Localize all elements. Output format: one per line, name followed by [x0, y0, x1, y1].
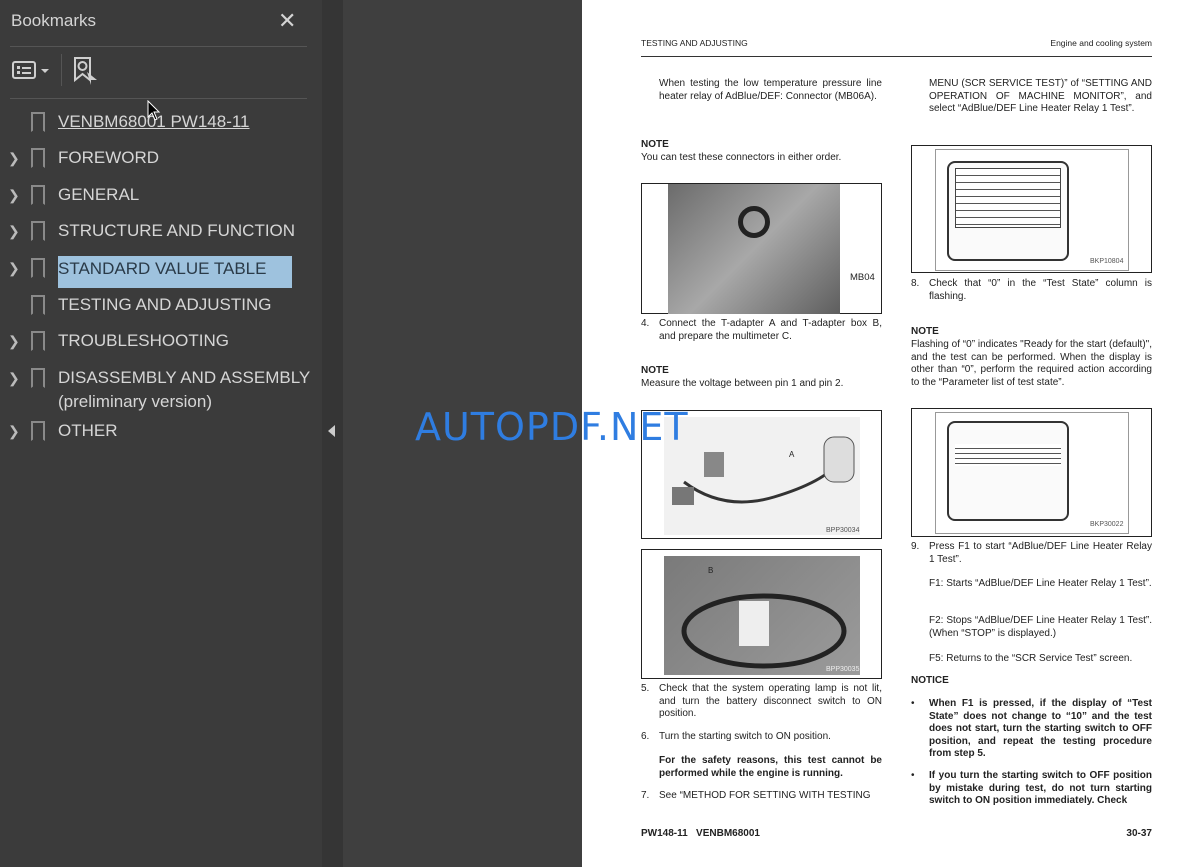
chevron-right-icon[interactable]: ❯ [8, 223, 20, 240]
figure-code: BKP10804 [1090, 258, 1124, 265]
warning-text: For the safety reasons, this test cannot… [659, 755, 882, 779]
figure-label: A [789, 450, 795, 459]
figure-scr-service-test-screen: BKP10804 [911, 145, 1152, 273]
figure-connector-mb04: MB04 [641, 183, 882, 314]
step-text: See “METHOD FOR SETTING WITH TESTING [659, 790, 871, 801]
function-key-text: F1: Starts “AdBlue/DEF Line Heater Relay… [929, 578, 1152, 589]
bookmark-icon [31, 112, 45, 132]
step-number: 7. [641, 790, 650, 801]
note-title: NOTE [641, 139, 669, 150]
step-number: 5. [641, 683, 650, 694]
step-number: 9. [911, 541, 920, 552]
bookmark-icon [31, 295, 45, 315]
paragraph: MENU (SCR SERVICE TEST)” of “SETTING AND… [929, 78, 1152, 115]
bookmark-icon [31, 331, 45, 351]
bookmark-document-icon [31, 368, 45, 388]
step-text: Check that “0” in the “Test State” colum… [929, 278, 1152, 302]
bookmark-other[interactable]: ❯ OTHER [0, 419, 322, 449]
bookmark-standard-value-table[interactable]: ❯ STANDARD VALUE TABLE [0, 256, 322, 288]
figure-label: MB04 [850, 272, 875, 283]
bookmark-foreword[interactable]: ❯ FOREWORD [0, 146, 322, 176]
bookmark-troubleshooting[interactable]: ❯ TROUBLESHOOTING [0, 329, 322, 359]
bookmark-venbm68001[interactable]: VENBM68001 PW148-11 [0, 110, 322, 140]
figure-label: B [708, 566, 714, 575]
close-icon[interactable]: ✕ [278, 8, 296, 34]
bookmark-disassembly-and-assembly[interactable]: ❯ DISASSEMBLY AND ASSEMBLY (preliminary ve… [0, 366, 322, 416]
note-text: You can test these connectors in either … [641, 152, 842, 163]
note-title: NOTE [911, 326, 939, 337]
step-number: 4. [641, 318, 650, 329]
figure-code: BPP30035 [826, 666, 860, 673]
chevron-right-icon[interactable]: ❯ [8, 370, 20, 387]
bookmark-testing-and-adjusting[interactable]: TESTING AND ADJUSTING [0, 293, 322, 323]
chevron-right-icon[interactable]: ❯ [8, 333, 20, 350]
step-text: Check that the system operating lamp is … [659, 683, 882, 720]
panel-title: Bookmarks [11, 11, 97, 30]
bookmark-icon [31, 258, 45, 278]
find-bookmark-icon[interactable] [73, 56, 99, 91]
notice-text: When F1 is pressed, if the display of “T… [929, 698, 1152, 760]
function-key-text: F2: Stops “AdBlue/DEF Line Heater Relay … [929, 615, 1152, 639]
notice-text: If you turn the starting switch to OFF p… [929, 770, 1152, 807]
figure-t-adapter-box: B BPP30035 [641, 549, 882, 679]
bookmark-icon [31, 148, 45, 168]
divider [61, 54, 62, 86]
page-header-right: Engine and cooling system [1050, 38, 1152, 48]
bullet: • [911, 770, 915, 781]
figure-heater-relay-test-screen: BKP30022 [911, 408, 1152, 537]
bookmark-icon [31, 421, 45, 441]
divider [10, 46, 307, 47]
step-text: Turn the starting switch to ON position. [659, 731, 831, 742]
page-header-left: TESTING AND ADJUSTING [641, 38, 748, 48]
figure-code: BPP30034 [826, 527, 860, 534]
chevron-right-icon[interactable]: ❯ [8, 187, 20, 204]
notice-title: NOTICE [911, 675, 949, 686]
function-key-text: F5: Returns to the “SCR Service Test” sc… [929, 653, 1133, 664]
chevron-right-icon[interactable]: ❯ [8, 423, 20, 440]
page-footer-left: PW148-11 VENBM68001 [641, 828, 760, 839]
collapse-panel-icon[interactable] [328, 425, 335, 437]
bullet: • [911, 698, 915, 709]
figure-code: BKP30022 [1090, 521, 1124, 528]
paragraph: When testing the low temperature pressur… [659, 78, 882, 102]
watermark: AUTOPDF.NET [415, 405, 689, 449]
bookmarks-panel: Bookmarks ✕ VENBM68001 PW148-11 ❯ FOREWOR… [0, 0, 322, 867]
note-text: Flashing of “0” indicates "Ready for the… [911, 339, 1152, 388]
chevron-right-icon[interactable]: ❯ [8, 150, 20, 167]
note-title: NOTE [641, 365, 669, 376]
bookmark-icon [31, 221, 45, 241]
chevron-right-icon[interactable]: ❯ [8, 260, 20, 277]
bookmark-general[interactable]: ❯ GENERAL [0, 183, 322, 213]
step-number: 6. [641, 731, 650, 742]
step-text: Connect the T-adapter A and T-adapter bo… [659, 318, 882, 342]
divider [10, 98, 307, 99]
step-text: Press F1 to start “AdBlue/DEF Line Heate… [929, 541, 1152, 565]
step-number: 8. [911, 278, 920, 289]
bookmark-structure-and-function[interactable]: ❯ STRUCTURE AND FUNCTION [0, 219, 322, 249]
mouse-cursor-icon [147, 100, 161, 121]
list-options-icon[interactable] [12, 60, 52, 87]
note-text: Measure the voltage between pin 1 and pi… [641, 378, 844, 389]
bookmark-icon [31, 185, 45, 205]
page-number: 30-37 [1126, 828, 1152, 839]
header-rule [641, 56, 1152, 57]
